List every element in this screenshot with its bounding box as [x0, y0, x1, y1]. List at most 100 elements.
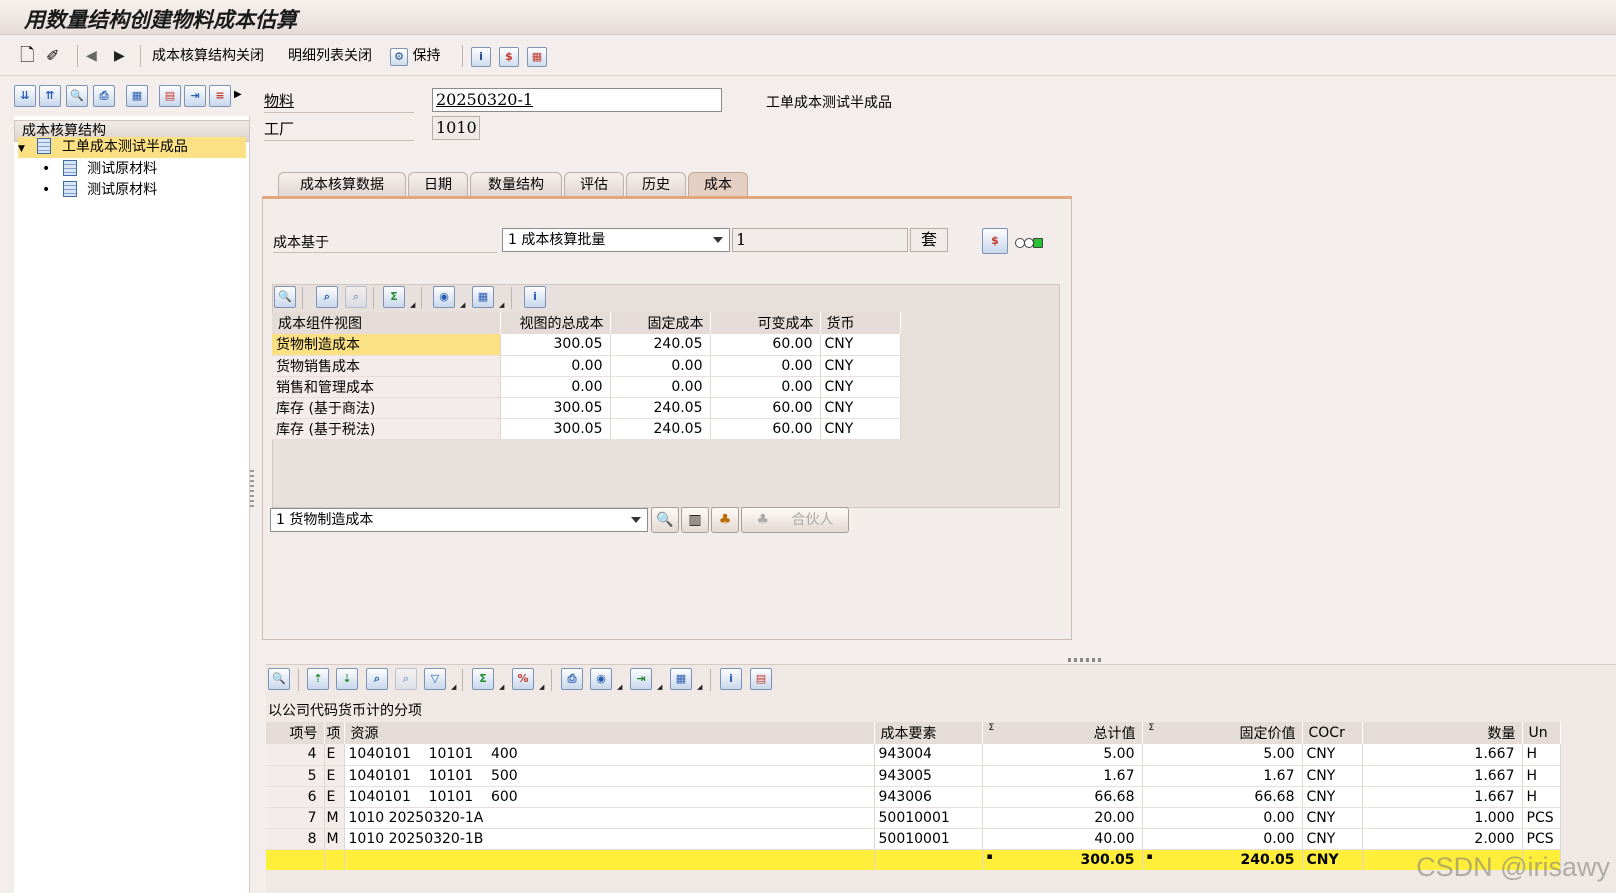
find-icon[interactable]: ⌕: [316, 286, 338, 308]
table-cell[interactable]: E: [324, 786, 345, 808]
column-header[interactable]: 资源: [344, 722, 875, 744]
table-cell[interactable]: 50010001: [874, 807, 983, 829]
table-cell[interactable]: 40.00: [982, 828, 1143, 850]
keep-button[interactable]: ⚙ 保持: [390, 44, 440, 68]
find-icon[interactable]: ⌕: [366, 668, 388, 690]
table-row[interactable]: 7 M 1010 20250320-1A 50010001 20.00 0.00…: [266, 807, 1561, 829]
filter-icon[interactable]: ▽: [424, 668, 446, 690]
table-cell[interactable]: 1.667: [1362, 786, 1523, 808]
table-cell[interactable]: 1.67: [1142, 765, 1303, 787]
collapse-icon[interactable]: ⇈: [39, 85, 61, 107]
expand-icon[interactable]: ⇊: [14, 85, 36, 107]
table-cell[interactable]: 4: [266, 744, 325, 766]
table-cell[interactable]: 1.667: [1362, 765, 1523, 787]
table-cell[interactable]: 6: [266, 786, 325, 808]
view-icon[interactable]: ◉: [590, 668, 612, 690]
cost-basis-select[interactable]: 1 成本核算批量: [502, 228, 730, 252]
tree-child-node[interactable]: • 测试原材料: [42, 180, 157, 201]
table-cell[interactable]: 7: [266, 807, 325, 829]
details-icon[interactable]: 🔍: [268, 668, 290, 690]
table-cell[interactable]: M: [324, 828, 345, 850]
table-cell[interactable]: 50010001: [874, 828, 983, 850]
table-row[interactable]: 8 M 1010 20250320-1B 50010001 40.00 0.00…: [266, 828, 1561, 850]
layout-icon[interactable]: ▦: [670, 668, 692, 690]
table-cell[interactable]: 销售和管理成本: [272, 376, 501, 398]
table-cell[interactable]: PCS: [1522, 807, 1561, 829]
table-cell[interactable]: 66.68: [1142, 786, 1303, 808]
table-cell[interactable]: E: [324, 765, 345, 787]
calculator-icon[interactable]: ▦: [527, 44, 547, 68]
table-cell[interactable]: CNY: [1302, 744, 1363, 766]
sort-descending-icon[interactable]: ⇣: [336, 668, 358, 690]
table-cell[interactable]: CNY: [1302, 828, 1363, 850]
table-cell[interactable]: 0.00: [710, 355, 821, 377]
table-cell[interactable]: 5: [266, 765, 325, 787]
layout-icon[interactable]: ▦: [126, 85, 148, 107]
table-cell[interactable]: 0.00: [1142, 828, 1303, 850]
table-cell[interactable]: 240.05: [610, 334, 711, 356]
table-cell[interactable]: 0.00: [500, 355, 611, 377]
column-header[interactable]: Σ 总计值: [982, 722, 1143, 744]
table-cell[interactable]: CNY: [820, 334, 901, 356]
calculator-icon[interactable]: ▤: [750, 668, 772, 690]
table-row[interactable]: 5 E 1040101 10101 500 943005 1.67 1.67 C…: [266, 765, 1561, 787]
hierarchy-button[interactable]: ♣: [711, 507, 739, 533]
column-header[interactable]: Un: [1522, 722, 1561, 744]
table-cell[interactable]: 20.00: [982, 807, 1143, 829]
total-row[interactable]: ▪ 300.05 ▪ 240.05 CNY: [266, 849, 1561, 870]
table-row[interactable]: 货物制造成本 300.05 240.05 60.00 CNY: [272, 334, 901, 356]
table-cell[interactable]: CNY: [1302, 807, 1363, 829]
hierarchy-icon[interactable]: ≡: [209, 85, 231, 107]
details-icon[interactable]: 🔍: [274, 286, 296, 308]
table-cell[interactable]: 60.00: [710, 397, 821, 419]
table-cell[interactable]: M: [324, 807, 345, 829]
tab-dates[interactable]: 日期: [408, 172, 468, 197]
table-cell[interactable]: 5.00: [1142, 744, 1303, 766]
sort-ascending-icon[interactable]: ⇡: [307, 668, 329, 690]
table-row[interactable]: 6 E 1040101 10101 600 943006 66.68 66.68…: [266, 786, 1561, 808]
sum-icon[interactable]: Σ: [383, 286, 405, 308]
table-cell[interactable]: H: [1522, 765, 1561, 787]
column-header[interactable]: 项: [324, 722, 345, 744]
more-tools-icon[interactable]: ▶: [234, 89, 242, 100]
column-header[interactable]: 视图的总成本: [500, 312, 611, 334]
new-document-icon[interactable]: 🗋: [20, 44, 34, 68]
print-icon[interactable]: ⎙: [93, 85, 115, 107]
table-cell[interactable]: 库存 (基于商法): [272, 397, 501, 419]
calculate-icon[interactable]: ▤: [159, 85, 181, 107]
find-next-icon[interactable]: ⌕: [395, 668, 417, 690]
table-cell[interactable]: 1040101 10101 500: [344, 765, 875, 787]
export-icon[interactable]: ⇥: [630, 668, 652, 690]
table-cell[interactable]: 货物制造成本: [272, 334, 501, 356]
columns-button[interactable]: ▥: [681, 507, 709, 533]
table-row[interactable]: 库存 (基于税法) 300.05 240.05 60.00 CNY: [272, 418, 901, 440]
table-cell[interactable]: 1.67: [982, 765, 1143, 787]
find-next-icon[interactable]: ⌕: [345, 286, 367, 308]
cost-display-icon[interactable]: $: [982, 228, 1008, 254]
table-cell[interactable]: CNY: [1302, 765, 1363, 787]
total-fixed-cell[interactable]: ▪ 240.05: [1142, 849, 1303, 870]
table-cell[interactable]: 1.667: [1362, 744, 1523, 766]
find-icon[interactable]: 🔍: [66, 85, 88, 107]
pane-splitter[interactable]: [250, 470, 254, 510]
table-cell[interactable]: 300.05: [500, 418, 611, 440]
cost-basis-unit[interactable]: 套: [910, 228, 948, 252]
view-icon[interactable]: ◉: [433, 286, 455, 308]
details-button[interactable]: 🔍: [651, 507, 679, 533]
column-header[interactable]: 可变成本: [710, 312, 821, 334]
tab-costing-data[interactable]: 成本核算数据: [278, 172, 406, 197]
table-cell[interactable]: 943005: [874, 765, 983, 787]
table-cell[interactable]: 943004: [874, 744, 983, 766]
column-header[interactable]: 货币: [820, 312, 901, 334]
column-header[interactable]: 成本组件视图: [272, 312, 501, 334]
table-cell[interactable]: 0.00: [500, 376, 611, 398]
table-cell[interactable]: 0.00: [610, 376, 711, 398]
table-cell[interactable]: 2.000: [1362, 828, 1523, 850]
total-currency-cell[interactable]: CNY: [1302, 849, 1363, 870]
column-header[interactable]: 固定成本: [610, 312, 711, 334]
tab-costs[interactable]: 成本: [688, 172, 748, 197]
tree-expand-caret-icon[interactable]: ▼: [18, 144, 25, 154]
table-cell[interactable]: 0.00: [610, 355, 711, 377]
column-header[interactable]: Σ 固定价值: [1142, 722, 1303, 744]
table-cell[interactable]: 60.00: [710, 334, 821, 356]
